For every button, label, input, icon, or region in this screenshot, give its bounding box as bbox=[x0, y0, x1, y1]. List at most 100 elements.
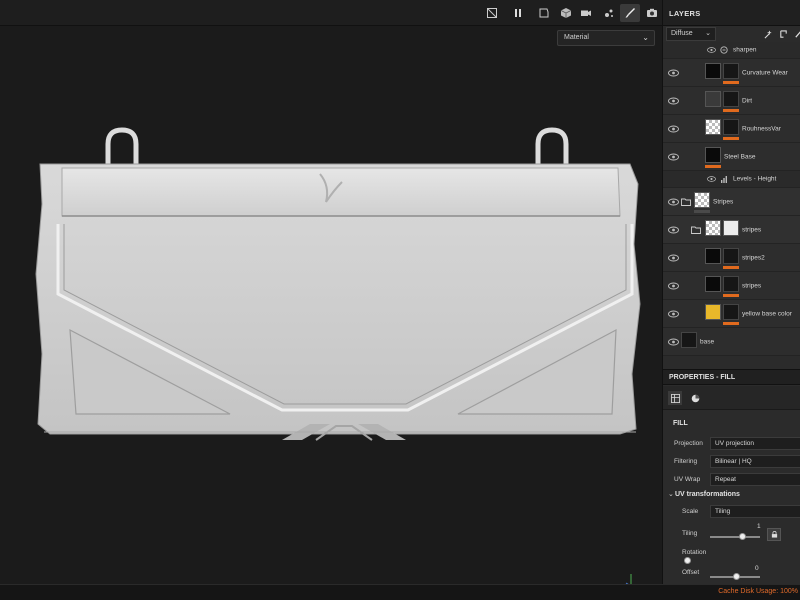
visibility-eye-icon[interactable] bbox=[668, 310, 679, 317]
layer-thumbnail bbox=[705, 276, 721, 292]
layer-name: Levels - Height bbox=[733, 175, 777, 183]
layer-name: RouhnessVar bbox=[742, 125, 781, 132]
channel-select-label: Diffuse bbox=[671, 30, 693, 37]
layer-thumbnail bbox=[705, 91, 721, 107]
rotation-label: Rotation bbox=[682, 549, 707, 556]
layer-thumbnail bbox=[705, 119, 721, 135]
visibility-eye-icon[interactable] bbox=[668, 254, 679, 261]
projection-select[interactable]: UV projection bbox=[710, 437, 800, 450]
uv-wrap-select[interactable]: Repeat bbox=[710, 473, 800, 486]
mask-thumbnail bbox=[723, 304, 739, 320]
sci-fi-panel-model bbox=[35, 127, 641, 441]
layer-item-yellow-base-color[interactable]: yellow base color bbox=[663, 300, 800, 328]
brush-icon[interactable] bbox=[620, 4, 640, 22]
add-effect-icon[interactable] bbox=[761, 27, 775, 41]
layer-list: sharpen Curvature Wear Dirt RouhnessVar … bbox=[663, 42, 800, 364]
layer-group-stripes-sub[interactable]: stripes bbox=[663, 216, 800, 244]
cube-icon[interactable] bbox=[556, 4, 576, 22]
visibility-eye-icon[interactable] bbox=[668, 125, 679, 132]
mask-indicator bbox=[723, 137, 739, 140]
projection-row: Projection UV projection bbox=[663, 437, 800, 451]
visibility-eye-icon[interactable] bbox=[707, 176, 716, 182]
effect-icon bbox=[720, 46, 728, 54]
layer-thumbnail bbox=[705, 304, 721, 320]
uv-wrap-label: UV Wrap bbox=[674, 476, 701, 483]
layer-item-base[interactable]: base bbox=[663, 328, 800, 356]
visibility-eye-icon[interactable] bbox=[668, 97, 679, 104]
material-sphere-icon bbox=[691, 394, 699, 402]
tiling-slider-knob[interactable] bbox=[739, 533, 746, 540]
right-sidebar: LAYERS Diffuse ⌄ sharpen Curvature Wear … bbox=[662, 0, 800, 584]
offset-slider-knob[interactable] bbox=[733, 573, 740, 580]
layer-name: stripes bbox=[742, 226, 762, 233]
layers-panel-title: LAYERS bbox=[663, 0, 800, 26]
layer-group-stripes[interactable]: Stripes bbox=[663, 188, 800, 216]
layer-item-stripes2[interactable]: stripes2 bbox=[663, 244, 800, 272]
layer-name: Curvature Wear bbox=[742, 69, 788, 76]
3d-viewport[interactable]: Material ⌄ bbox=[0, 26, 662, 587]
layer-item-sharpen[interactable]: sharpen bbox=[663, 42, 800, 59]
snapshot-icon[interactable] bbox=[642, 4, 662, 22]
filtering-row: Filtering Bilinear | HQ bbox=[663, 455, 800, 469]
mask-thumbnail bbox=[723, 220, 739, 236]
app-window: Material ⌄ LAYERS Diffuse ⌄ sharpen Curv… bbox=[0, 0, 800, 600]
layer-name: Steel Base bbox=[724, 153, 756, 160]
layer-item-curvature-wear[interactable]: Curvature Wear bbox=[663, 59, 800, 87]
frame-icon[interactable] bbox=[534, 4, 554, 22]
stencil-icon[interactable] bbox=[599, 4, 619, 22]
add-paint-layer-icon[interactable] bbox=[791, 27, 800, 41]
layer-thumbnail bbox=[705, 147, 721, 163]
visibility-eye-icon[interactable] bbox=[668, 226, 679, 233]
lock-button[interactable] bbox=[767, 528, 781, 541]
settings-grid-icon bbox=[670, 393, 680, 403]
mask-thumbnail bbox=[723, 276, 739, 292]
layers-toolbar: Diffuse ⌄ bbox=[663, 26, 800, 42]
mask-indicator bbox=[723, 266, 739, 269]
layer-name: Stripes bbox=[713, 198, 734, 205]
filtering-select[interactable]: Bilinear | HQ bbox=[710, 455, 800, 468]
mask-indicator bbox=[723, 322, 739, 325]
add-mask-icon[interactable] bbox=[776, 27, 790, 41]
scale-label: Scale bbox=[682, 508, 699, 515]
material-mode-select[interactable]: Material ⌄ bbox=[557, 30, 655, 46]
layer-name: base bbox=[700, 338, 715, 345]
layer-item-roughness-var[interactable]: RouhnessVar bbox=[663, 115, 800, 143]
filtering-label: Filtering bbox=[674, 458, 698, 465]
visibility-eye-icon[interactable] bbox=[668, 153, 679, 160]
visibility-eye-icon[interactable] bbox=[668, 69, 679, 76]
viewport-toolbar bbox=[0, 0, 662, 26]
layer-thumbnail bbox=[705, 248, 721, 264]
layer-item-dirt[interactable]: Dirt bbox=[663, 87, 800, 115]
fill-section-title: FILL bbox=[673, 420, 688, 427]
layer-item-levels-height[interactable]: Levels - Height bbox=[663, 171, 800, 188]
scale-row: Scale Tiling bbox=[663, 505, 800, 519]
channel-select[interactable]: Diffuse ⌄ bbox=[666, 27, 716, 41]
pause-icon[interactable] bbox=[508, 4, 528, 22]
tab-fill-settings[interactable] bbox=[668, 391, 682, 405]
visibility-eye-icon[interactable] bbox=[668, 338, 679, 345]
layer-name: stripes2 bbox=[742, 254, 765, 261]
mask-thumbnail bbox=[723, 248, 739, 264]
camera-icon[interactable] bbox=[576, 4, 596, 22]
mask-thumbnail bbox=[723, 91, 739, 107]
visibility-eye-icon[interactable] bbox=[668, 198, 679, 205]
layer-item-stripes[interactable]: stripes bbox=[663, 272, 800, 300]
status-bar: Cache Disk Usage: 100% bbox=[0, 584, 800, 600]
layer-thumbnail bbox=[705, 63, 721, 79]
tiling-label: Tiling bbox=[682, 530, 698, 537]
scale-select[interactable]: Tiling bbox=[710, 505, 800, 518]
chevron-down-icon[interactable]: ⌄ bbox=[668, 490, 674, 498]
rotation-slider-knob[interactable] bbox=[684, 557, 691, 564]
layer-item-steel-base[interactable]: Steel Base bbox=[663, 143, 800, 171]
chevron-down-icon: ⌄ bbox=[705, 30, 711, 37]
hide-icon[interactable] bbox=[482, 4, 502, 22]
layer-indicator bbox=[705, 165, 721, 168]
levels-icon bbox=[721, 176, 727, 183]
visibility-eye-icon[interactable] bbox=[707, 47, 716, 53]
tiling-slider-track[interactable] bbox=[710, 536, 760, 538]
visibility-eye-icon[interactable] bbox=[668, 282, 679, 289]
uv-transformations-title[interactable]: UV transformations bbox=[675, 491, 740, 498]
tab-material[interactable] bbox=[688, 391, 702, 405]
mask-thumbnail bbox=[723, 63, 739, 79]
properties-body: FILL Projection UV projection Filtering … bbox=[663, 410, 800, 584]
